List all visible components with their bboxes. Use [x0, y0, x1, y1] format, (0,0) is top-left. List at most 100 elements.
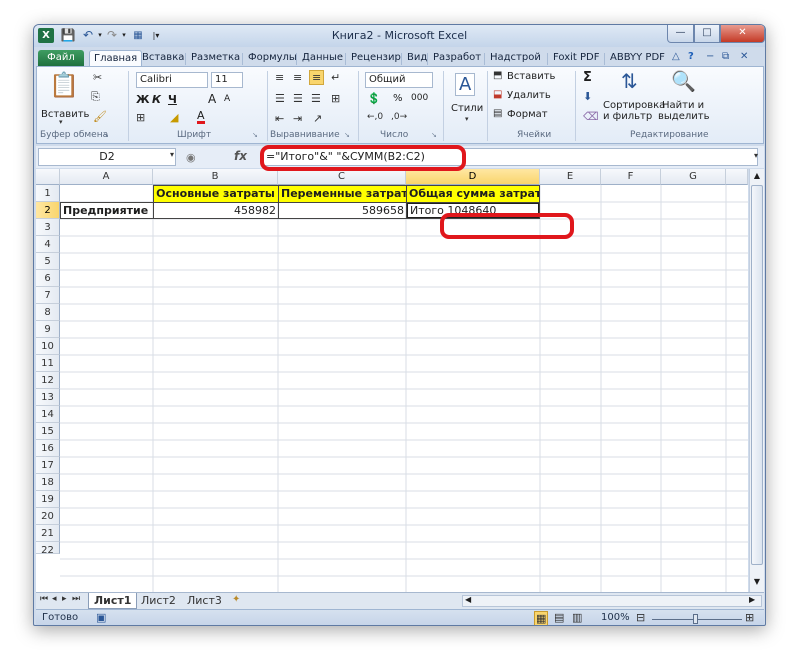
row-header-11[interactable]: 11 [36, 355, 60, 372]
horizontal-scrollbar[interactable]: ◀ ▶ [462, 595, 762, 607]
cut-icon[interactable]: ✂ [93, 71, 102, 84]
insert-sheet-icon[interactable]: ✦ [232, 594, 240, 605]
decrease-indent-icon[interactable]: ⇤ [275, 112, 284, 125]
zoom-in-icon[interactable]: ⊞ [745, 611, 754, 624]
sort-filter-icon[interactable]: ⇅ [621, 69, 638, 93]
insert-function-icon[interactable]: fx [234, 149, 247, 163]
cell-c1[interactable]: Переменные затраты [279, 185, 406, 202]
format-cells-icon[interactable]: ▤ [493, 108, 502, 119]
scroll-thumb[interactable] [751, 185, 763, 565]
sort-filter-label-line2[interactable]: и фильтр [603, 111, 652, 122]
expand-formula-bar-icon[interactable]: ▾ [754, 151, 758, 160]
find-select-label-line2[interactable]: выделить [658, 111, 709, 122]
merge-center-icon[interactable]: ⊞ [331, 92, 340, 105]
row-header-22[interactable]: 22 [36, 542, 60, 554]
fill-color-icon[interactable]: ◢ [170, 111, 178, 124]
align-right-icon[interactable]: ☰ [311, 92, 321, 105]
macro-record-icon[interactable]: ▣ [96, 611, 106, 624]
scroll-up-icon[interactable]: ▲ [751, 171, 763, 183]
row-header-21[interactable]: 21 [36, 525, 60, 542]
column-header-a[interactable]: A [60, 169, 153, 185]
percent-style-button[interactable]: % [393, 93, 403, 104]
workbook-minimize-icon[interactable]: − [706, 51, 714, 62]
select-all-corner[interactable] [36, 169, 60, 185]
clear-icon[interactable]: ⌫ [583, 110, 599, 123]
align-left-icon[interactable]: ☰ [275, 92, 285, 105]
tab-file[interactable]: Файл [38, 50, 84, 67]
row-header-6[interactable]: 6 [36, 270, 60, 287]
worksheet-grid[interactable]: A B C D E F G 1 2 3 4 5 6 7 8 9 10 11 12… [36, 169, 748, 592]
page-break-view-icon[interactable]: ▥ [572, 611, 582, 624]
increase-indent-icon[interactable]: ⇥ [293, 112, 302, 125]
row-header-15[interactable]: 15 [36, 423, 60, 440]
ribbon-collapse-icon[interactable]: △ [672, 51, 680, 62]
align-middle-icon[interactable]: ≡ [293, 71, 302, 84]
row-header-3[interactable]: 3 [36, 219, 60, 236]
column-header-h[interactable] [726, 169, 748, 185]
tab-foxit-pdf[interactable]: Foxit PDF [549, 50, 603, 67]
align-top-icon[interactable]: ≡ [275, 71, 284, 84]
cell-b2[interactable]: 458982 [153, 202, 278, 219]
column-header-g[interactable]: G [661, 169, 726, 185]
row-header-4[interactable]: 4 [36, 236, 60, 253]
find-select-label[interactable]: Найти и [662, 100, 704, 111]
italic-button[interactable]: К [152, 93, 161, 106]
cell-d1[interactable]: Общая сумма затрат [407, 185, 540, 202]
tab-review[interactable]: Рецензир [347, 50, 405, 67]
styles-button[interactable]: Стили [451, 103, 483, 114]
align-bottom-icon[interactable]: ≡ [309, 70, 325, 85]
row-header-5[interactable]: 5 [36, 253, 60, 270]
minimize-button[interactable]: — [667, 25, 694, 43]
wrap-text-icon[interactable]: ↵ [331, 71, 340, 84]
font-color-icon[interactable]: A [197, 110, 205, 124]
sheet-nav-prev-icon[interactable]: ◂ [52, 594, 57, 604]
column-header-c[interactable]: C [278, 169, 406, 185]
row-header-17[interactable]: 17 [36, 457, 60, 474]
delete-cells-button[interactable]: Удалить [507, 90, 551, 101]
tab-addins[interactable]: Надстрой [486, 50, 545, 67]
underline-button[interactable]: Ч [168, 93, 177, 106]
workbook-close-icon[interactable]: ✕ [740, 51, 748, 62]
workbook-restore-icon[interactable]: ⧉ [722, 51, 729, 62]
row-header-9[interactable]: 9 [36, 321, 60, 338]
cell-b1[interactable]: Основные затраты [153, 185, 278, 202]
row-header-19[interactable]: 19 [36, 491, 60, 508]
tab-home[interactable]: Главная [89, 50, 143, 67]
number-launcher-icon[interactable]: ↘ [431, 131, 437, 139]
tab-page-layout[interactable]: Разметка [187, 50, 244, 67]
column-header-d[interactable]: D [406, 169, 540, 185]
row-header-13[interactable]: 13 [36, 389, 60, 406]
row-header-16[interactable]: 16 [36, 440, 60, 457]
zoom-slider-thumb[interactable] [693, 614, 698, 624]
name-box-dropdown-icon[interactable]: ▾ [170, 150, 174, 159]
paste-dropdown-icon[interactable]: ▾ [59, 118, 63, 126]
paste-icon[interactable]: 📋 [49, 71, 79, 99]
number-format-select[interactable]: Общий [365, 72, 433, 88]
tab-developer[interactable]: Разработ [429, 50, 485, 67]
tab-abbyy-pdf[interactable]: ABBYY PDF [606, 50, 669, 67]
decrease-decimal-icon[interactable]: ,0→ [391, 112, 407, 122]
shrink-font-button[interactable]: A [224, 94, 230, 104]
page-layout-view-icon[interactable]: ▤ [554, 611, 564, 624]
scroll-down-icon[interactable]: ▼ [751, 577, 763, 589]
scroll-right-icon[interactable]: ▶ [749, 595, 755, 604]
copy-icon[interactable]: ⎘ [91, 90, 100, 104]
font-launcher-icon[interactable]: ↘ [252, 131, 258, 139]
paste-button[interactable]: Вставить [41, 109, 89, 120]
column-header-b[interactable]: B [153, 169, 278, 185]
styles-dropdown-icon[interactable]: ▾ [465, 115, 469, 123]
font-name-select[interactable]: Calibri [136, 72, 208, 88]
borders-icon[interactable]: ⊞ [136, 111, 145, 124]
sheet-tab-2[interactable]: Лист2 [136, 593, 181, 609]
sheet-nav-next-icon[interactable]: ▸ [62, 594, 67, 604]
grow-font-button[interactable]: A [208, 92, 216, 106]
column-header-f[interactable]: F [601, 169, 661, 185]
format-painter-icon[interactable]: 🖌 [93, 110, 107, 123]
orientation-icon[interactable]: ↗ [313, 112, 322, 125]
row-header-2[interactable]: 2 [36, 202, 60, 219]
align-center-icon[interactable]: ☰ [293, 92, 303, 105]
find-select-icon[interactable]: 🔍 [671, 69, 696, 93]
bold-button[interactable]: Ж [136, 93, 149, 106]
sheet-tab-3[interactable]: Лист3 [182, 593, 227, 609]
delete-cells-icon[interactable]: ⬓ [493, 89, 502, 100]
